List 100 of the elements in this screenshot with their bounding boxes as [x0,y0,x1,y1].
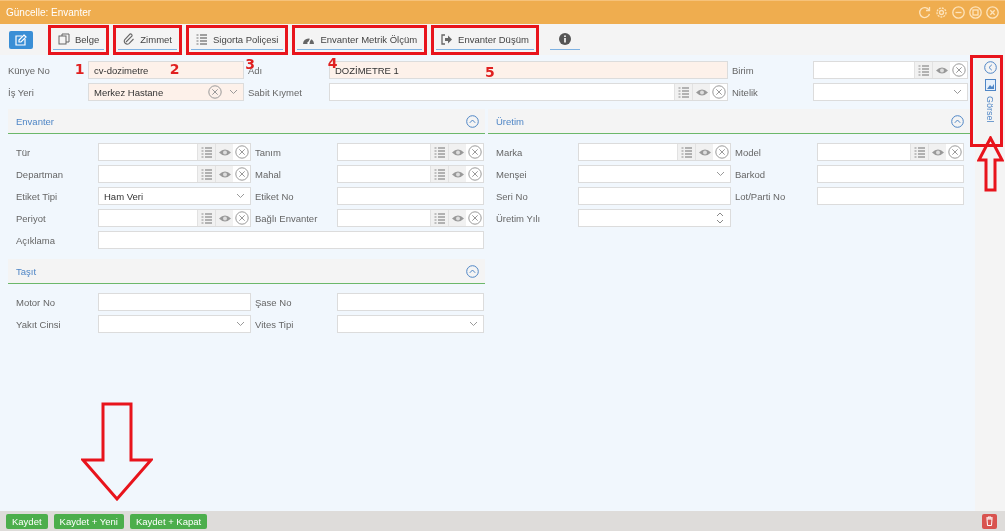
lookup-field[interactable] [98,209,251,227]
eye-icon[interactable] [217,169,232,179]
dropdown[interactable] [337,315,484,333]
eye-icon[interactable] [930,147,945,157]
field-value: Merkez Hastane [94,86,164,98]
close-icon[interactable] [986,6,999,19]
clear-icon[interactable] [207,85,222,99]
maximize-icon[interactable] [969,6,982,19]
lookup-field[interactable] [817,143,964,161]
clear-icon[interactable] [467,145,482,159]
dropdown[interactable]: Merkez Hastane [88,83,244,101]
lookup-field[interactable] [329,83,728,101]
field-label: Künye No [8,64,50,76]
field-label: Açıklama [16,234,56,246]
eye-icon[interactable] [694,87,709,97]
eye-icon[interactable] [217,213,232,223]
clear-icon[interactable] [234,211,249,225]
edit-icon [15,33,27,46]
collapse-icon[interactable] [466,114,479,128]
edit-button[interactable] [9,30,33,49]
input-field[interactable] [337,187,484,205]
input-field[interactable] [578,187,731,205]
annotation-number: 2 [169,61,180,77]
clear-icon[interactable] [711,85,726,99]
eye-icon[interactable] [450,169,465,179]
field-label: Etiket No [255,190,294,202]
input-field[interactable] [817,165,964,183]
dropdown[interactable] [578,165,731,183]
field-value: cv-dozimetre [94,64,149,76]
list-icon[interactable] [917,64,930,76]
field-label: Etiket Tipi [16,190,58,202]
dropdown[interactable] [98,315,251,333]
eye-icon[interactable] [217,147,232,157]
clear-icon[interactable] [951,63,966,77]
annotation-number: 5 [484,64,495,80]
input-field[interactable] [337,293,484,311]
up-arrow [977,136,1004,192]
spinner-icon[interactable] [716,212,724,224]
lookup-field[interactable] [98,165,251,183]
caret-icon[interactable] [468,321,478,327]
panel-title: Üretim [496,115,525,127]
collapse-icon[interactable] [951,114,964,128]
side-tab[interactable]: Görsel [985,96,995,123]
list-icon[interactable] [200,168,213,180]
eye-icon[interactable] [697,147,712,157]
caret-icon[interactable] [235,321,245,327]
caret-icon[interactable] [715,171,725,177]
input-field[interactable] [98,293,251,311]
eye-icon[interactable] [450,213,465,223]
list-icon[interactable] [677,86,690,98]
window-title: Güncelle: Envanter [6,7,93,18]
eye-icon[interactable] [450,147,465,157]
panel-title: Taşıt [16,265,38,277]
eye-icon[interactable] [934,65,949,75]
input-field[interactable] [817,187,964,205]
field-label: Nitelik [732,86,758,98]
refresh-icon[interactable] [918,6,931,19]
list-icon[interactable] [433,146,446,158]
field-label: Şase No [255,296,292,308]
clear-icon[interactable] [234,145,249,159]
field-label: Sabit Kıymet [248,86,302,98]
lookup-field[interactable] [337,143,484,161]
lookup-field[interactable] [578,143,731,161]
field-label: Birim [732,64,754,76]
clear-icon[interactable] [234,167,249,181]
field-label: Seri No [496,190,528,202]
dropdown[interactable] [813,83,968,101]
image-icon[interactable] [984,79,996,91]
clear-icon[interactable] [714,145,729,159]
clear-icon[interactable] [947,145,962,159]
clear-icon[interactable] [467,167,482,181]
caret-icon[interactable] [952,89,962,95]
collapse-left-icon[interactable] [983,61,997,74]
dropdown[interactable]: Ham Veri [98,187,251,205]
collapse-icon[interactable] [466,264,479,278]
caret-icon[interactable] [235,193,245,199]
minimize-icon[interactable] [952,6,965,19]
lookup-field[interactable] [337,209,484,227]
list-icon[interactable] [433,168,446,180]
field-label: İş Yeri [8,86,34,98]
list-icon[interactable] [200,212,213,224]
list-icon[interactable] [433,212,446,224]
lookup-field[interactable] [98,143,251,161]
list-icon[interactable] [200,146,213,158]
caret-icon[interactable] [228,89,238,95]
field-label: Marka [496,146,523,158]
lookup-field[interactable] [813,61,968,79]
input-field[interactable] [98,231,484,249]
field-label: Üretim Yılı [496,212,541,224]
field-label: Departman [16,168,63,180]
lookup-field[interactable] [337,165,484,183]
list-icon[interactable] [913,146,926,158]
delete-button[interactable] [982,513,997,529]
list-icon[interactable] [680,146,693,158]
field-label: Vites Tipi [255,318,294,330]
number-field[interactable] [578,209,731,227]
settings-icon[interactable] [935,6,948,19]
field-label: Mahal [255,168,281,180]
list-icon [196,33,208,45]
clear-icon[interactable] [467,211,482,225]
